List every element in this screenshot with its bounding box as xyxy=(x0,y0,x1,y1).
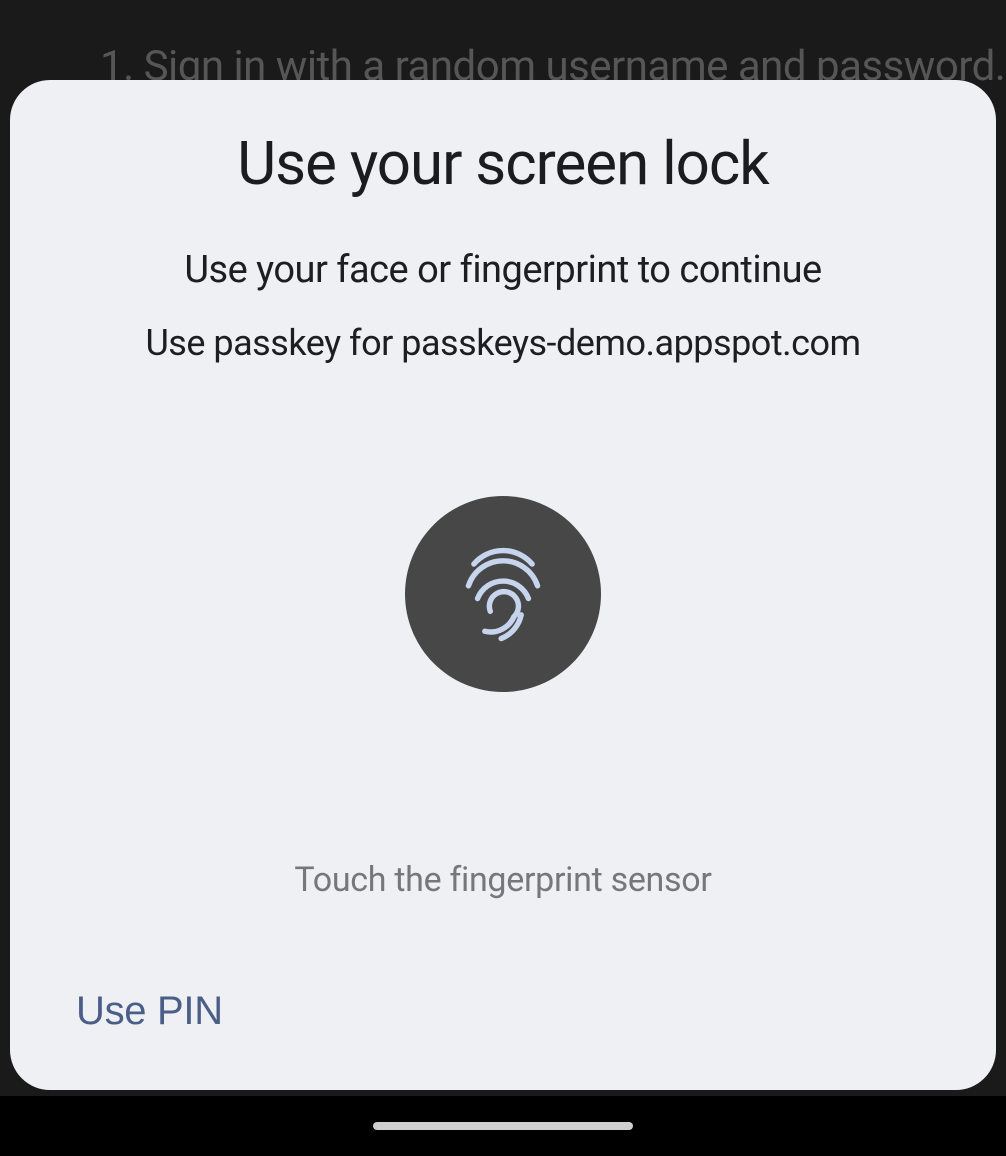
android-navigation-bar xyxy=(0,1096,1006,1156)
dialog-title: Use your screen lock xyxy=(237,128,768,200)
fingerprint-sensor-button[interactable] xyxy=(405,496,601,692)
gesture-handle[interactable] xyxy=(373,1122,633,1130)
use-pin-button[interactable]: Use PIN xyxy=(76,989,223,1034)
fingerprint-hint-text: Touch the fingerprint sensor xyxy=(294,860,711,900)
biometric-prompt-sheet: Use your screen lock Use your face or fi… xyxy=(10,80,996,1090)
dialog-subtitle: Use your face or fingerprint to continue xyxy=(184,248,821,292)
dialog-passkey-domain: Use passkey for passkeys-demo.appspot.co… xyxy=(145,322,860,364)
fingerprint-icon xyxy=(457,544,549,644)
